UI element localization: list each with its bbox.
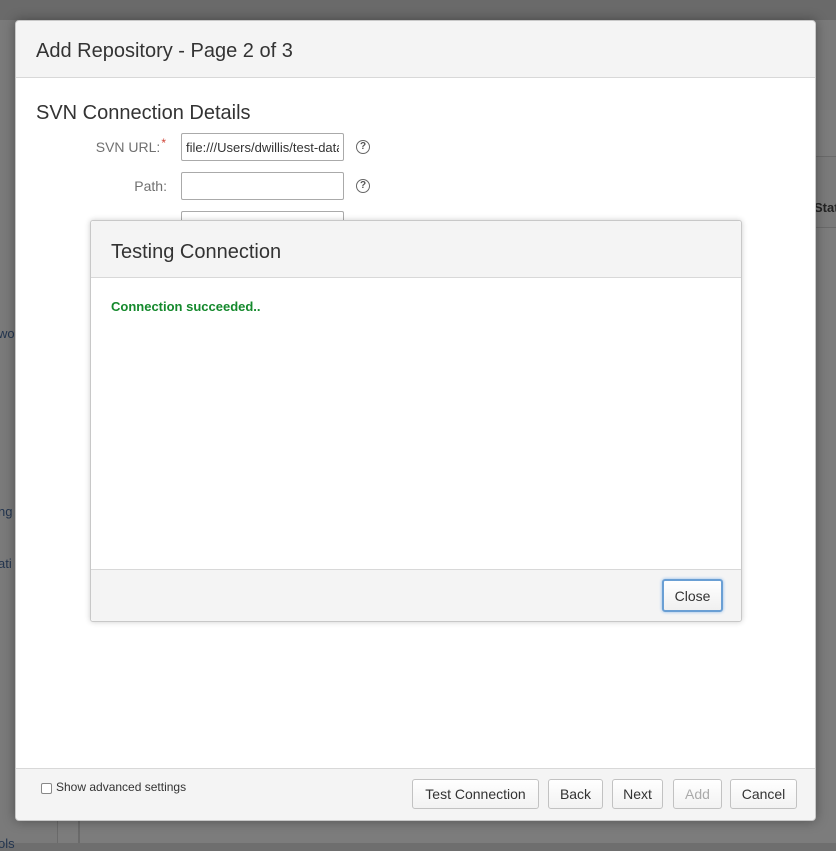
background-top-bar xyxy=(0,0,836,20)
dialog-title: Add Repository - Page 2 of 3 xyxy=(36,40,293,62)
svn-url-label-text: SVN URL: xyxy=(95,139,161,155)
next-button[interactable]: Next xyxy=(612,779,663,809)
dialog-header: Add Repository - Page 2 of 3 xyxy=(16,21,815,78)
add-button[interactable]: Add xyxy=(673,779,722,809)
testing-connection-dialog: Testing Connection Connection succeeded.… xyxy=(90,220,742,622)
close-button[interactable]: Close xyxy=(662,579,723,612)
testing-dialog-header: Testing Connection xyxy=(91,221,741,278)
background-nav-fragment: ols xyxy=(0,836,15,851)
section-title: SVN Connection Details xyxy=(36,102,251,124)
testing-dialog-footer: Close xyxy=(91,569,741,621)
cancel-button[interactable]: Cancel xyxy=(730,779,797,809)
path-label: Path: xyxy=(134,178,167,194)
help-icon[interactable]: ? xyxy=(356,140,370,154)
background-nav-fragment: ng xyxy=(0,504,13,519)
test-connection-button[interactable]: Test Connection xyxy=(412,779,539,809)
back-button[interactable]: Back xyxy=(548,779,603,809)
background-status-header: Stat xyxy=(814,200,836,215)
required-marker: * xyxy=(161,136,166,150)
testing-dialog-title: Testing Connection xyxy=(111,241,282,263)
background-nav-fragment: ati xyxy=(0,556,12,571)
svn-url-label: SVN URL:* xyxy=(76,136,166,155)
connection-status-message: Connection succeeded.. xyxy=(111,299,261,314)
help-icon[interactable]: ? xyxy=(356,179,370,193)
svn-url-input[interactable] xyxy=(181,133,344,161)
show-advanced-label[interactable]: Show advanced settings xyxy=(56,780,186,794)
dialog-footer: Show advanced settings Test Connection B… xyxy=(16,768,815,820)
path-input[interactable] xyxy=(181,172,344,200)
show-advanced-checkbox[interactable] xyxy=(41,783,52,794)
